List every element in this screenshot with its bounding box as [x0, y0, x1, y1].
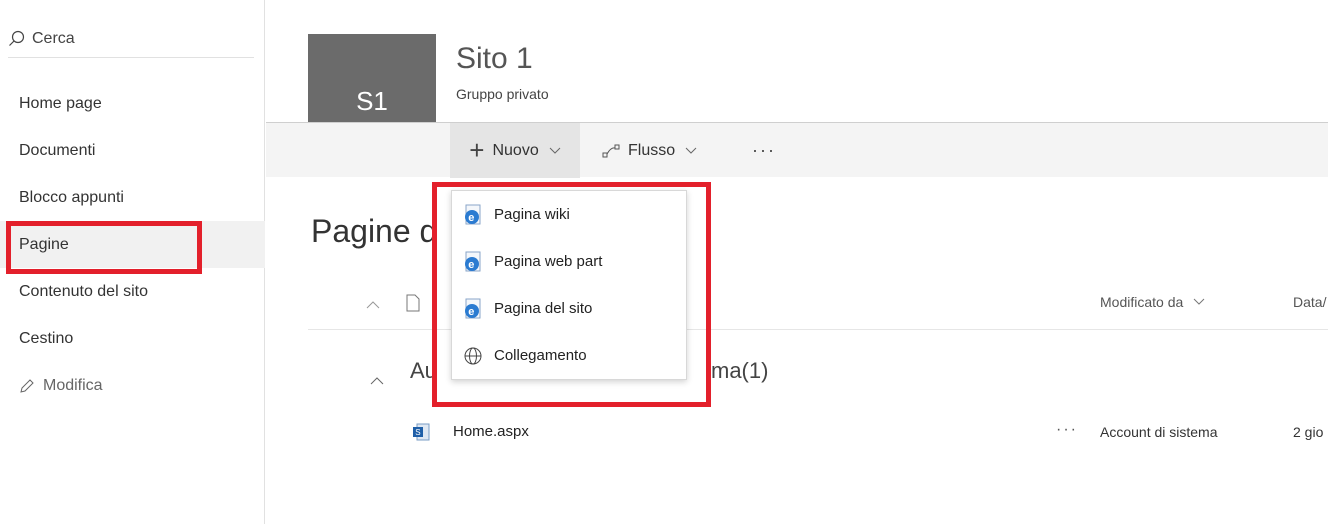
nav-item-home-page[interactable]: Home page	[0, 80, 265, 127]
nav-item-documenti[interactable]: Documenti	[0, 127, 265, 174]
flow-icon	[602, 144, 620, 157]
new-button[interactable]: + Nuovo	[450, 123, 580, 178]
search-placeholder: Cerca	[32, 29, 75, 47]
document-type-icon[interactable]	[406, 294, 420, 312]
file-name-link[interactable]: Home.aspx	[453, 423, 529, 440]
edit-nav-link[interactable]: Modifica	[0, 362, 265, 409]
nav-item-label: Documenti	[19, 141, 96, 159]
page-title: Pagine d	[311, 213, 438, 249]
site-title[interactable]: Sito 1	[456, 42, 533, 76]
nav-item-label: Cestino	[19, 329, 74, 347]
pencil-icon	[20, 378, 34, 393]
nav-item-blocco-appunti[interactable]: Blocco appunti	[0, 174, 265, 221]
modified-by-value: Account di sistema	[1100, 424, 1218, 440]
edit-label: Modifica	[43, 376, 103, 394]
chevron-down-icon	[685, 147, 697, 154]
site-subtitle: Gruppo privato	[456, 86, 549, 102]
plus-icon: +	[469, 135, 485, 165]
chevron-up-icon[interactable]	[370, 376, 384, 386]
column-header-date[interactable]: Data/	[1293, 294, 1326, 310]
search-icon	[9, 30, 25, 46]
flow-button[interactable]: Flusso	[602, 123, 697, 178]
chevron-down-icon	[1193, 298, 1205, 305]
highlight-box-nav	[6, 221, 202, 274]
svg-text:S: S	[415, 428, 420, 437]
date-value: 2 gio	[1293, 424, 1324, 440]
sharepoint-page-icon: S	[413, 423, 430, 441]
group-header-count: ma(1)	[711, 358, 769, 383]
command-bar: + Nuovo Flusso ···	[266, 122, 1328, 178]
table-row[interactable]: S Home.aspx ··· Account di sistema 2 gio	[308, 420, 1328, 450]
search-box[interactable]: Cerca	[8, 20, 254, 58]
flow-button-label: Flusso	[628, 141, 676, 159]
column-header-modified-by[interactable]: Modificato da	[1100, 294, 1205, 310]
highlight-box-menu	[432, 182, 711, 407]
row-more-button[interactable]: ···	[1056, 421, 1078, 439]
nav-item-label: Contenuto del sito	[19, 282, 148, 300]
nav-item-contenuto-del-sito[interactable]: Contenuto del sito	[0, 268, 265, 315]
nav-item-label: Blocco appunti	[19, 188, 124, 206]
nav-item-label: Home page	[19, 94, 102, 112]
site-logo-text: S1	[356, 85, 388, 116]
column-header-label: Modificato da	[1100, 294, 1184, 310]
chevron-down-icon	[549, 147, 561, 154]
more-button[interactable]: ···	[752, 123, 776, 178]
nav-item-cestino[interactable]: Cestino	[0, 315, 265, 362]
new-button-label: Nuovo	[492, 141, 539, 159]
chevron-up-icon[interactable]	[366, 300, 380, 310]
